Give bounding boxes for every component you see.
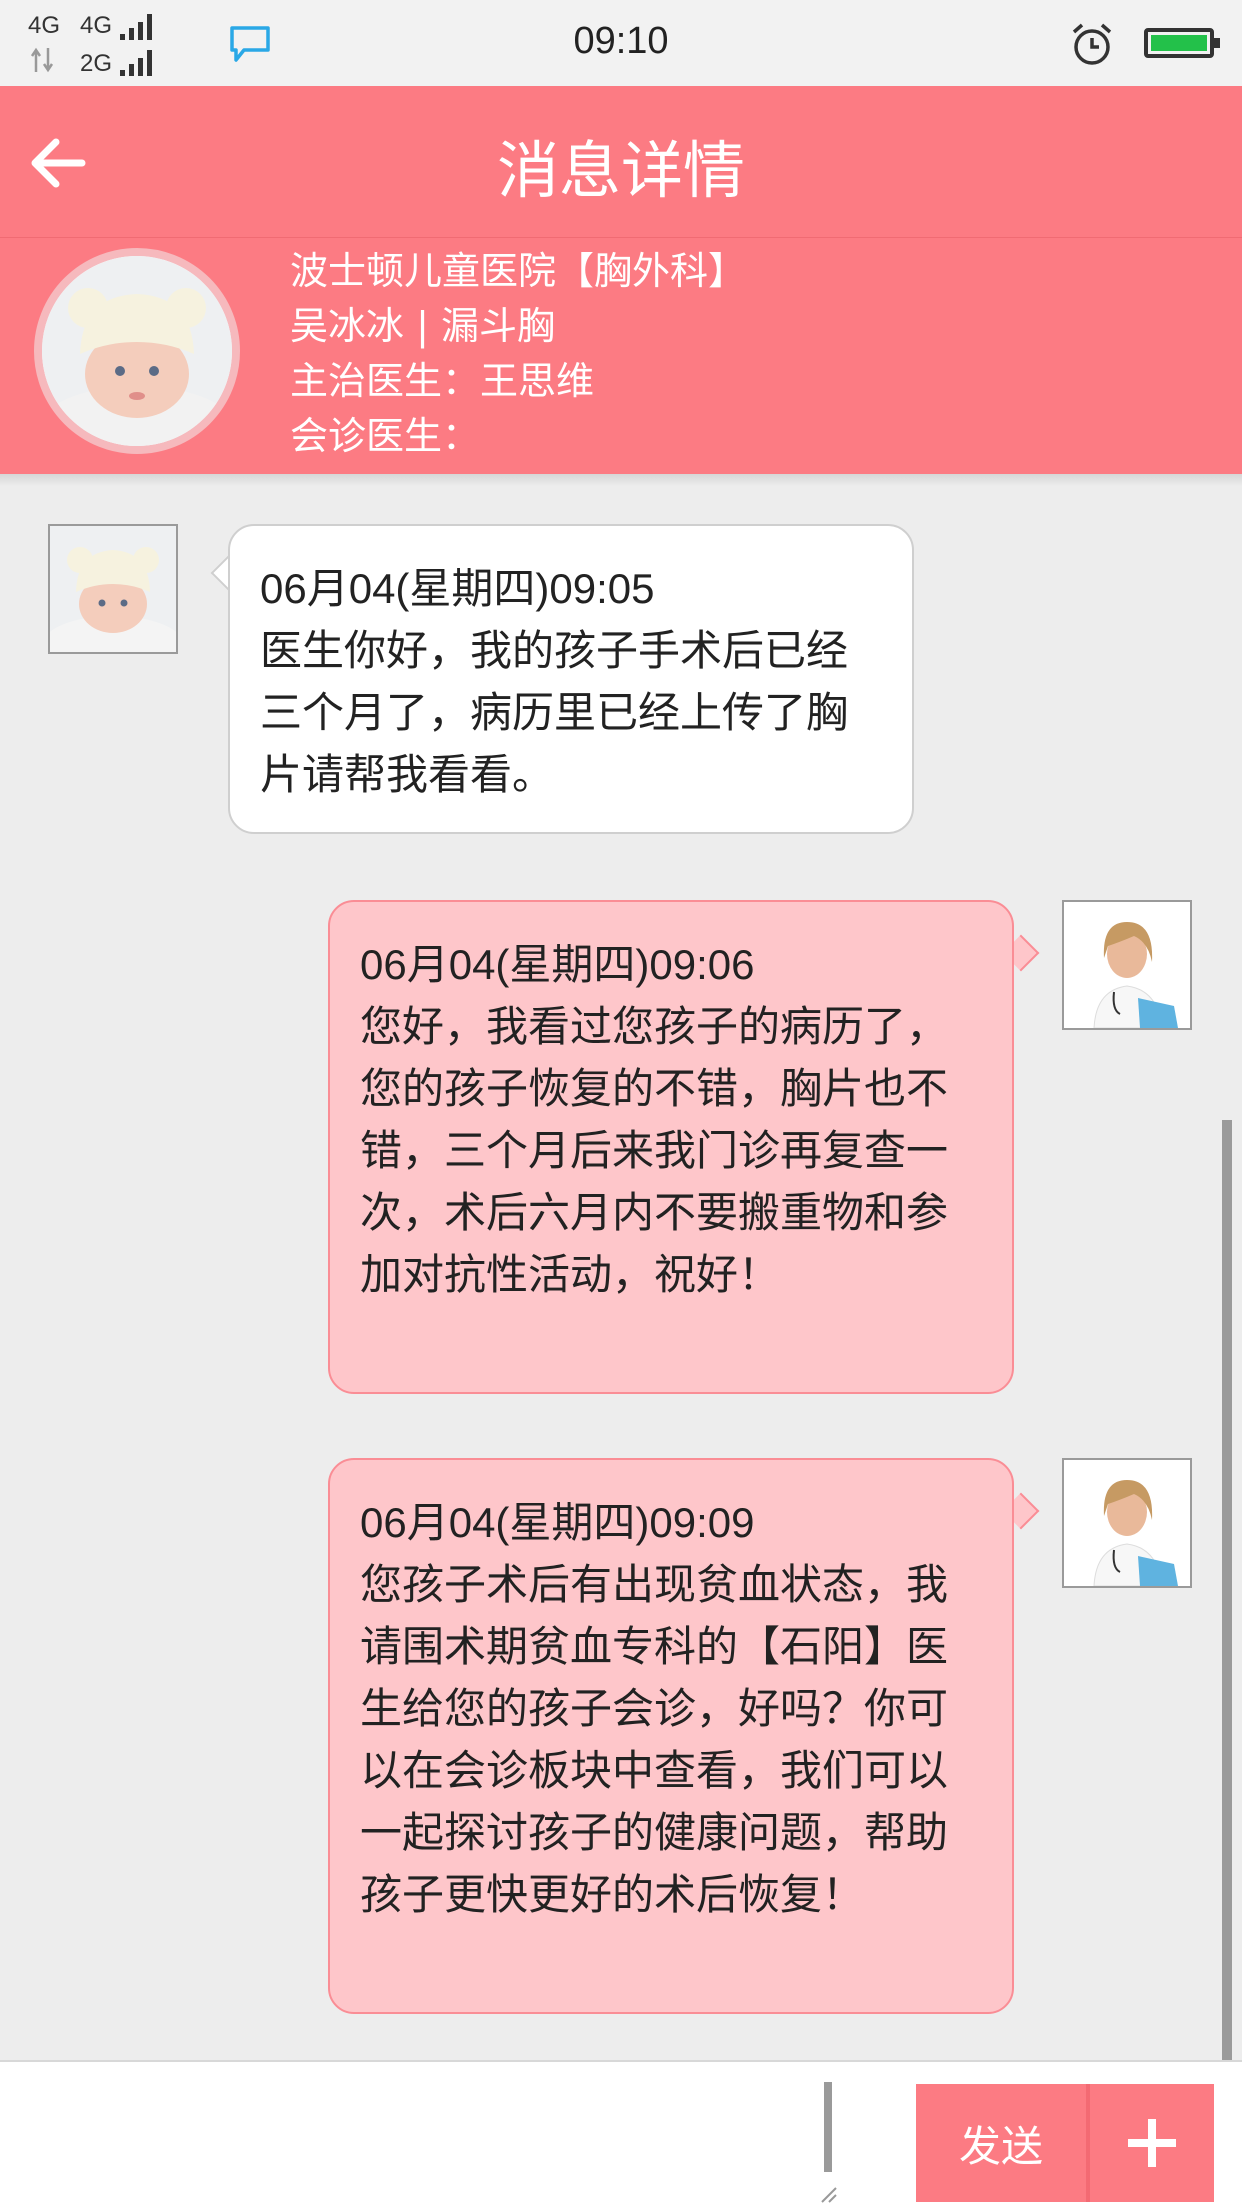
message-text: 您好，我看过您孩子的病历了，您的孩子恢复的不错，胸片也不错，三个月后来我门诊再复… bbox=[360, 1002, 949, 1299]
alarm-clock-icon bbox=[1072, 23, 1112, 65]
hospital-department: 波士顿儿童医院【胸外科】 bbox=[290, 249, 747, 293]
consulting-doctor: 会诊医生： bbox=[290, 414, 481, 458]
doctor-photo-icon bbox=[1064, 1460, 1190, 1586]
patient-avatar[interactable] bbox=[34, 248, 240, 454]
status-bar: 4G 4G 2G 09:10 bbox=[0, 0, 1242, 86]
message-bubble-incoming[interactable]: 06月04(星期四)09:05 医生你好，我的孩子手术后已经三个月了，病历里已经… bbox=[228, 524, 914, 834]
message-input-field[interactable] bbox=[14, 2062, 840, 2208]
resize-grip-icon[interactable] bbox=[816, 2182, 838, 2204]
patient-message-avatar[interactable] bbox=[48, 524, 178, 654]
page-title: 消息详情 bbox=[496, 134, 745, 207]
patient-info-header: 波士顿儿童医院【胸外科】 吴冰冰 | 漏斗胸 主治医生：王思维 会诊医生： bbox=[0, 238, 1242, 474]
patient-details: 波士顿儿童医院【胸外科】 吴冰冰 | 漏斗胸 主治医生：王思维 会诊医生： bbox=[290, 244, 746, 464]
message-timestamp: 06月04(星期四)09:05 bbox=[260, 565, 655, 612]
message-timestamp: 06月04(星期四)09:09 bbox=[360, 1499, 755, 1546]
patient-name-condition: 吴冰冰 | 漏斗胸 bbox=[290, 304, 555, 348]
chat-scrollbar[interactable] bbox=[1222, 1120, 1232, 2060]
header-shadow bbox=[0, 474, 1242, 486]
message-timestamp: 06月04(星期四)09:06 bbox=[360, 941, 755, 988]
attending-doctor: 主治医生：王思维 bbox=[290, 359, 595, 403]
message-bubble-outgoing[interactable]: 06月04(星期四)09:06 您好，我看过您孩子的病历了，您的孩子恢复的不错，… bbox=[328, 900, 1014, 1394]
doctor-photo-icon bbox=[1064, 902, 1190, 1028]
baby-photo-icon bbox=[42, 256, 232, 446]
message-text: 您孩子术后有出现贫血状态，我请围术期贫血专科的【石阳】医生给您的孩子会诊，好吗？… bbox=[360, 1560, 949, 1919]
title-bar: 消息详情 bbox=[0, 86, 1242, 238]
add-attachment-button[interactable] bbox=[1086, 2084, 1214, 2202]
clock-time: 09:10 bbox=[573, 20, 669, 62]
doctor-message-avatar[interactable] bbox=[1062, 900, 1192, 1030]
battery-icon bbox=[1144, 28, 1220, 58]
doctor-message-avatar[interactable] bbox=[1062, 1458, 1192, 1588]
baby-photo-icon bbox=[50, 526, 176, 652]
message-bubble-outgoing[interactable]: 06月04(星期四)09:09 您孩子术后有出现贫血状态，我请围术期贫血专科的【… bbox=[328, 1458, 1014, 2014]
send-button[interactable]: 发送 bbox=[916, 2084, 1086, 2202]
message-input-bar: 发送 bbox=[0, 2060, 1242, 2208]
message-text: 医生你好，我的孩子手术后已经三个月了，病历里已经上传了胸片请帮我看看。 bbox=[260, 626, 849, 799]
button-divider bbox=[1086, 2084, 1090, 2202]
plus-icon bbox=[1128, 2119, 1176, 2167]
text-cursor bbox=[824, 2082, 832, 2172]
